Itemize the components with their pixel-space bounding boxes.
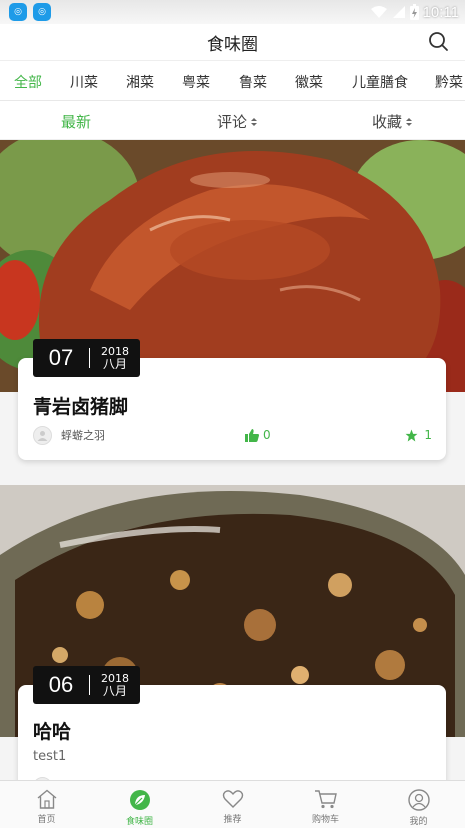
nav-cart-label: 购物车: [311, 815, 339, 825]
date-day: 06: [48, 672, 74, 697]
tab-anhui[interactable]: 徽菜: [295, 72, 323, 92]
search-icon: [429, 32, 448, 51]
star-icon: [405, 429, 418, 441]
tab-guizhou[interactable]: 黔菜: [435, 72, 463, 92]
bottom-nav: 首页 食味圈 推荐 购物车 我的: [0, 780, 465, 828]
sort-comments[interactable]: 评论: [217, 111, 258, 132]
wifi-icon: [370, 6, 387, 18]
tab-cantonese[interactable]: 粤菜: [182, 72, 210, 92]
app-notification-icon: ◎: [9, 3, 27, 21]
page-title: 食味圈: [207, 35, 258, 55]
tab-kids-meals[interactable]: 儿童膳食: [352, 72, 408, 92]
thumbs-up-icon: [245, 428, 259, 442]
sort-arrows-icon: [406, 117, 413, 126]
status-bar: ◎ ◎ 10:11: [0, 0, 465, 24]
heart-icon: [222, 790, 243, 808]
like-count: 0: [263, 428, 271, 442]
favorite-count: 1: [424, 428, 432, 442]
clock: 10:11: [422, 3, 459, 21]
leaf-icon: [129, 790, 150, 810]
post-subtitle: test1: [33, 749, 67, 764]
tab-all[interactable]: 全部: [14, 72, 42, 92]
nav-food-circle-label: 食味圈: [125, 817, 153, 827]
nav-food-circle[interactable]: 食味圈: [93, 781, 186, 828]
battery-icon: [409, 4, 419, 20]
app-header: 食味圈: [0, 24, 465, 60]
tab-hunan[interactable]: 湘菜: [126, 72, 154, 92]
avatar[interactable]: [33, 425, 52, 445]
nav-profile[interactable]: 我的: [372, 781, 465, 828]
sort-favorites-label: 收藏: [372, 113, 403, 131]
user-avatar-icon: [37, 430, 48, 441]
tab-sichuan[interactable]: 川菜: [70, 72, 98, 92]
home-icon: [37, 789, 56, 809]
date-day: 07: [48, 345, 74, 370]
nav-home-label: 首页: [37, 815, 56, 825]
favorite-button[interactable]: 1: [405, 428, 432, 442]
sort-arrows-icon: [251, 117, 258, 126]
nav-profile-label: 我的: [409, 817, 428, 827]
date-badge: 07 2018 八月: [33, 339, 140, 377]
nav-home[interactable]: 首页: [0, 781, 93, 828]
nav-recommend-label: 推荐: [223, 815, 242, 825]
post-title: 青岩卤猪脚: [33, 396, 129, 418]
nav-recommend[interactable]: 推荐: [186, 781, 279, 828]
nav-cart[interactable]: 购物车: [279, 781, 372, 828]
search-button[interactable]: [427, 30, 451, 54]
date-month: 八月: [102, 357, 127, 371]
category-tabs: 全部 川菜 湘菜 粤菜 鲁菜 徽菜 儿童膳食 黔菜: [0, 60, 465, 101]
date-month: 八月: [102, 684, 127, 698]
post-feed: 青岩卤猪脚 蜉蝣之羽 0 1 07 2018 八月 哈哈 test1 06 20…: [0, 140, 465, 780]
cart-icon: [314, 790, 337, 809]
post-title: 哈哈: [33, 721, 72, 743]
like-button[interactable]: 0: [245, 428, 271, 442]
sort-bar: 最新 评论 收藏: [0, 101, 465, 140]
sort-latest[interactable]: 最新: [61, 111, 91, 132]
sort-favorites[interactable]: 收藏: [372, 111, 413, 132]
signal-icon: [392, 6, 405, 18]
sort-comments-label: 评论: [217, 113, 248, 131]
app-notification-icon-2: ◎: [33, 3, 51, 21]
author-name[interactable]: 蜉蝣之羽: [61, 427, 105, 443]
date-badge: 06 2018 八月: [33, 666, 140, 704]
tab-shandong[interactable]: 鲁菜: [239, 72, 267, 92]
sort-latest-label: 最新: [61, 113, 92, 131]
user-icon: [407, 789, 430, 811]
post-meta: 蜉蝣之羽 0 1: [33, 425, 432, 445]
